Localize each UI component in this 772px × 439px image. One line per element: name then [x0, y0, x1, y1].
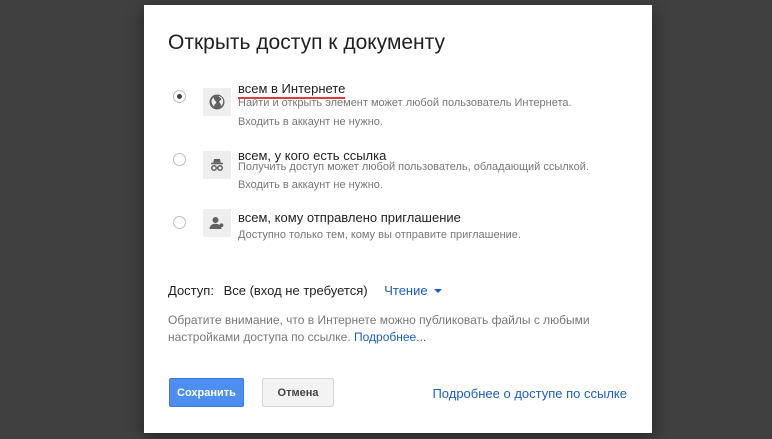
- save-button[interactable]: Сохранить: [169, 378, 244, 407]
- learn-more-link[interactable]: Подробнее...: [354, 330, 426, 344]
- info-note: Обратите внимание, что в Интернете можно…: [168, 312, 608, 346]
- radio-anyone-with-link[interactable]: [173, 153, 186, 166]
- share-dialog: Открыть доступ к документу всем в Интерн…: [144, 5, 652, 433]
- access-value: Все (вход не требуется): [223, 283, 368, 298]
- option-label: всем, кому отправлено приглашение: [238, 210, 461, 225]
- radio-invited-only[interactable]: [173, 216, 186, 229]
- link-sharing-help-link[interactable]: Подробнее о доступе по ссылке: [432, 386, 627, 401]
- cancel-button[interactable]: Отмена: [262, 378, 334, 407]
- incognito-person-icon: [203, 151, 231, 179]
- option-description: Доступно только тем, кому вы отправите п…: [238, 229, 521, 241]
- person-icon: [203, 209, 231, 237]
- option-description: Получить доступ может любой пользователь…: [238, 161, 589, 173]
- option-description: Входить в аккаунт не нужно.: [238, 116, 383, 128]
- radio-public[interactable]: [173, 90, 186, 103]
- chevron-down-icon: [433, 288, 442, 293]
- access-mode-label: Чтение: [384, 283, 428, 298]
- option-description: Найти и открыть элемент может любой поль…: [238, 97, 572, 109]
- access-mode-dropdown[interactable]: Чтение: [384, 283, 442, 298]
- access-row: Доступ: Все (вход не требуется) Чтение: [168, 283, 442, 298]
- option-description: Входить в аккаунт не нужно.: [238, 179, 383, 191]
- globe-icon: [203, 88, 231, 116]
- access-label: Доступ:: [168, 283, 214, 298]
- dialog-title: Открыть доступ к документу: [168, 31, 446, 54]
